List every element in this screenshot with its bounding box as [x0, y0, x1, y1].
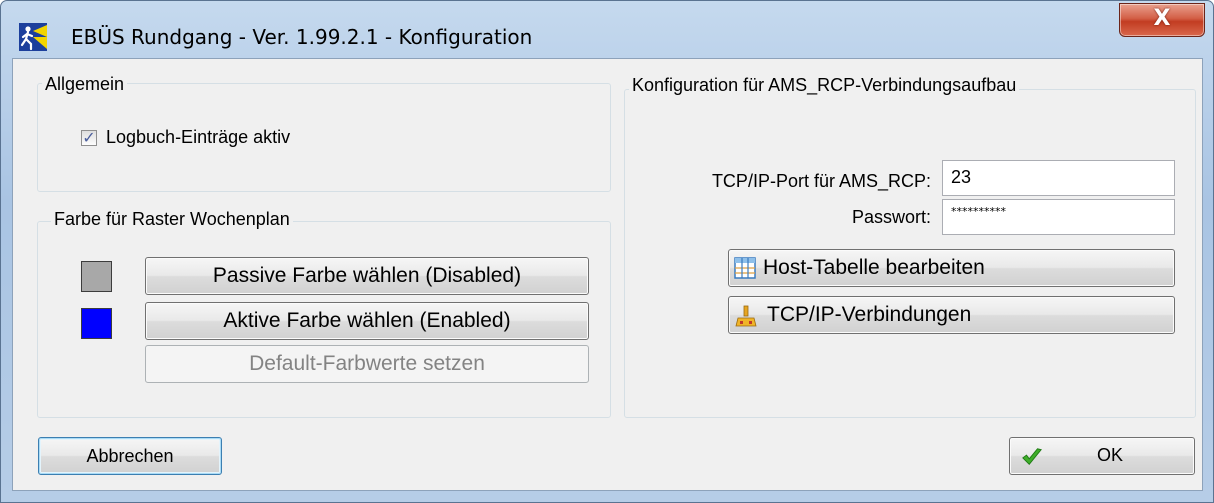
active-color-button[interactable]: Aktive Farbe wählen (Enabled) — [145, 302, 589, 340]
tcp-connections-button[interactable]: TCP/IP-Verbindungen — [728, 296, 1175, 334]
ok-button-label: OK — [1096, 445, 1123, 465]
close-button[interactable]: X — [1119, 3, 1205, 37]
logbook-checkbox[interactable]: ✓ — [81, 128, 97, 147]
ok-button[interactable]: OK — [1009, 437, 1195, 475]
host-table-button[interactable]: Host-Tabelle bearbeiten — [728, 249, 1175, 287]
passive-color-button[interactable]: Passive Farbe wählen (Disabled) — [145, 257, 589, 295]
table-icon — [734, 257, 756, 279]
password-field[interactable]: ********** — [942, 199, 1175, 235]
title-bar[interactable]: EBÜS Rundgang - Ver. 1.99.2.1 - Konfigur… — [1, 1, 1213, 57]
password-label: Passwort: — [851, 207, 931, 227]
color-group-title: Farbe für Raster Wochenplan — [51, 209, 293, 230]
runner-icon — [19, 23, 47, 51]
close-icon: X — [1153, 6, 1171, 31]
cancel-button[interactable]: Abbrechen — [38, 437, 222, 475]
ams-group-title: Konfiguration für AMS_RCP-Verbindungsauf… — [629, 75, 1020, 96]
general-group-title: Allgemein — [42, 74, 128, 95]
port-input[interactable]: 23 — [942, 160, 1175, 196]
active-color-swatch — [81, 308, 112, 339]
host-table-button-label: Host-Tabelle bearbeiten — [763, 256, 985, 279]
port-label: TCP/IP-Port für AMS_RCP: — [711, 171, 931, 191]
passive-color-swatch — [81, 261, 112, 292]
dialog-client-area: Allgemein ✓ Logbuch-Einträge aktiv Farbe… — [12, 58, 1203, 491]
network-icon — [735, 305, 757, 327]
window-title: EBÜS Rundgang - Ver. 1.99.2.1 - Konfigur… — [71, 25, 533, 49]
config-dialog-window: EBÜS Rundgang - Ver. 1.99.2.1 - Konfigur… — [0, 0, 1214, 503]
checkmark-icon: ✓ — [82, 128, 96, 147]
default-colors-button[interactable]: Default-Farbwerte setzen — [145, 345, 589, 383]
tcp-connections-button-label: TCP/IP-Verbindungen — [767, 303, 972, 326]
logbook-label[interactable]: Logbuch-Einträge aktiv — [106, 127, 290, 148]
